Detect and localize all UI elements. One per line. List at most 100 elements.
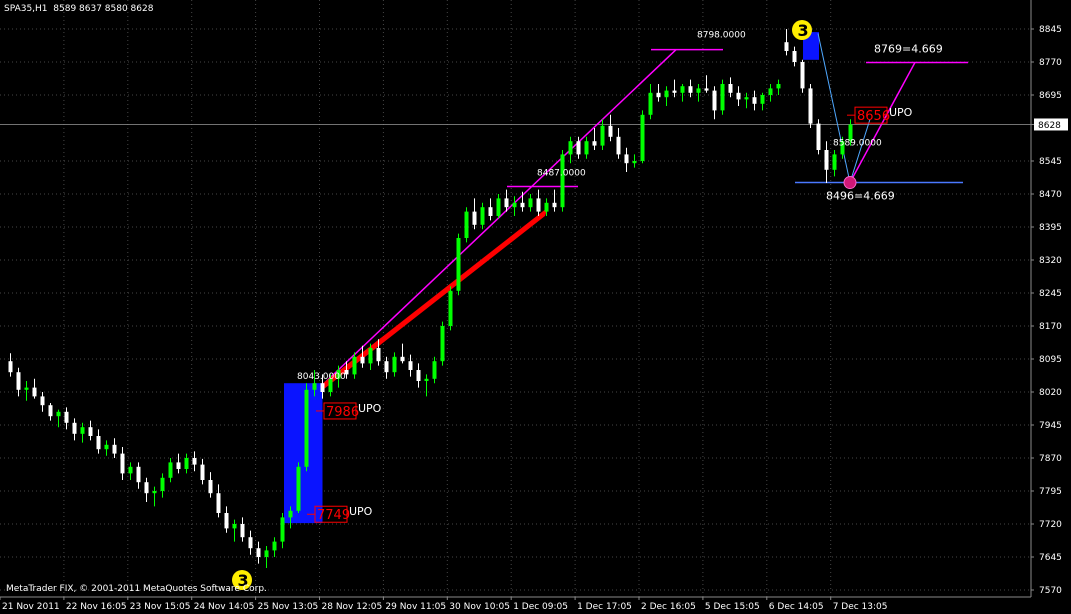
candle-body [360, 356, 365, 364]
candle-body [616, 136, 621, 155]
y-tick-label: 8695 [1039, 91, 1062, 101]
candle-body [552, 202, 557, 208]
candle-body [512, 202, 517, 208]
y-tick-label: 8170 [1039, 322, 1062, 332]
candle-body [472, 211, 477, 225]
candle-body [808, 88, 813, 124]
label-8656-tag: UPO [889, 106, 913, 119]
candle-body [104, 444, 109, 450]
candle-body [368, 348, 373, 364]
candle-body [664, 90, 669, 98]
label-7986-value: 7986 [326, 405, 359, 420]
candle-body [544, 202, 549, 212]
x-tick-label: 5 Dec 15:05 [705, 602, 760, 612]
candle-body [688, 86, 693, 93]
y-tick-label: 7945 [1039, 421, 1062, 431]
candle-body [776, 84, 781, 89]
candle-body [768, 88, 773, 95]
candle-body [704, 88, 709, 91]
candle-body [304, 389, 309, 467]
candle-body [248, 537, 253, 549]
candle-body [712, 90, 717, 111]
y-tick-label: 8395 [1039, 223, 1062, 233]
candle-body [16, 372, 21, 390]
candle-body [120, 453, 125, 474]
y-tick-label: 7645 [1039, 553, 1062, 563]
candle-body [624, 154, 629, 164]
candle-body [376, 348, 381, 362]
candle-body [272, 541, 277, 551]
candle-body [592, 141, 597, 146]
candle-body [400, 356, 405, 362]
annotation-8487: 8487.0000 [537, 169, 586, 179]
candle-body [448, 290, 453, 326]
candle-body [568, 141, 573, 155]
candle-body [480, 207, 485, 225]
label-7749-value: 7749 [317, 508, 350, 523]
candle-body [536, 198, 541, 212]
candle-body [88, 427, 93, 436]
candle-body [496, 198, 501, 216]
x-tick-label: 22 Nov 16:05 [66, 602, 127, 612]
candle-body [744, 97, 749, 100]
candle-body [80, 427, 85, 434]
candle-body [288, 510, 293, 518]
candle-body [440, 326, 445, 362]
chart-header: SPA35,H1 8589 8637 8580 8628 [4, 4, 153, 14]
candle-body [632, 161, 637, 164]
y-tick-label: 7720 [1039, 520, 1062, 530]
candle-body [728, 84, 733, 93]
annotation-8589: 8589.0000 [833, 139, 882, 149]
candle-body [752, 97, 757, 104]
candle-body [384, 361, 389, 373]
candle-body [720, 84, 725, 111]
candle-body [456, 238, 461, 291]
annotation-8798: 8798.0000 [697, 31, 746, 41]
candle-body [240, 524, 245, 538]
y-tick-label: 8770 [1039, 58, 1062, 68]
annotation-8496: 8496=4.669 [826, 190, 895, 203]
candle-body [832, 154, 837, 170]
candle-body [528, 198, 533, 208]
y-tick-label: 8845 [1039, 25, 1062, 35]
candle-body [320, 383, 325, 392]
x-tick-label: 7 Dec 13:05 [833, 602, 888, 612]
candle-body [464, 211, 469, 238]
candle-body [224, 513, 229, 529]
y-tick-label: 7570 [1039, 586, 1062, 596]
candle-body [648, 92, 653, 115]
candle-body [184, 458, 189, 469]
current-price-label: 8628 [1038, 121, 1061, 131]
x-tick-label: 30 Nov 10:05 [449, 602, 510, 612]
candle-body [760, 95, 765, 104]
candle-body [112, 444, 117, 454]
x-tick-label: 28 Nov 12:05 [322, 602, 383, 612]
candle-body [584, 141, 589, 155]
candle-body [680, 86, 685, 93]
x-tick-label: 25 Nov 13:05 [258, 602, 319, 612]
label-8656-value: 8656 [857, 109, 890, 124]
candle-body [256, 548, 261, 557]
candle-body [392, 356, 397, 373]
candle-body [416, 370, 421, 381]
candle-body [488, 207, 493, 216]
candle-body [32, 387, 37, 397]
ohlc-label: 8589 8637 8580 8628 [53, 4, 154, 14]
candle-body [96, 436, 101, 450]
blue-zone [284, 383, 322, 524]
candle-body [640, 114, 645, 161]
candle-body [608, 125, 613, 137]
x-tick-label: 1 Dec 17:05 [577, 602, 632, 612]
candle-body [656, 92, 661, 98]
candle-body [816, 123, 821, 150]
y-tick-label: 7870 [1039, 454, 1062, 464]
candle-body [40, 396, 45, 406]
candle-body [48, 405, 53, 417]
candle-body [160, 477, 165, 491]
x-tick-label: 24 Nov 14:05 [194, 602, 255, 612]
candle-body [408, 361, 413, 370]
candle-body [24, 387, 29, 390]
symbol-label: SPA35,H1 [4, 4, 48, 14]
candle-body [784, 42, 789, 51]
candle-body [560, 154, 565, 208]
